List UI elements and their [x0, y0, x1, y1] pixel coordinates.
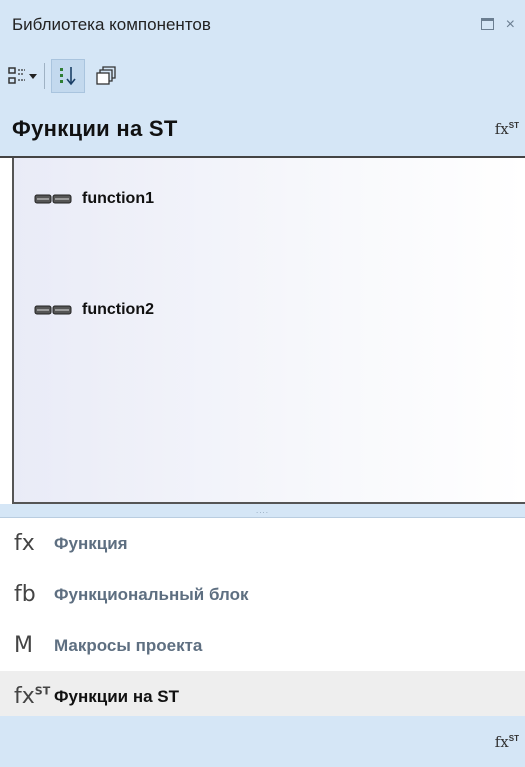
item-label: function1: [82, 190, 154, 207]
category-label: Функция: [54, 533, 128, 553]
view-mode-button[interactable]: [8, 59, 38, 93]
component-library-panel: Библиотека компонентов × Функции на ST f…: [0, 0, 525, 767]
category-function[interactable]: fx Функция: [0, 518, 525, 569]
category-list: fx Функция fb Функциональный блок M Макр…: [0, 518, 525, 722]
fx-st-icon-sup: ST: [34, 684, 51, 698]
component-list: function1 function2: [12, 158, 525, 504]
fx-st-icon[interactable]: fxST: [495, 733, 519, 751]
group-title: Функции на ST: [12, 116, 178, 141]
fb-icon: fb: [14, 582, 36, 607]
list-item[interactable]: function2: [34, 301, 154, 319]
collapse-icon: [96, 66, 116, 85]
view-mode-icon: [8, 67, 25, 84]
category-function-block[interactable]: fb Функциональный блок: [0, 569, 525, 620]
function-block-icon: [34, 194, 72, 204]
list-item[interactable]: function1: [34, 190, 154, 208]
collapse-button[interactable]: [95, 59, 117, 93]
sort-icon: [60, 67, 76, 86]
panel-title-bar: Библиотека компонентов ×: [0, 0, 525, 50]
fx-st-icon-sup: ST: [508, 121, 519, 130]
close-button[interactable]: ×: [506, 17, 515, 33]
macro-icon: M: [14, 633, 33, 658]
category-project-macros[interactable]: M Макросы проекта: [0, 620, 525, 671]
fx-icon: fx: [14, 531, 35, 556]
maximize-button[interactable]: [480, 18, 494, 32]
panel-title: Библиотека компонентов: [12, 15, 211, 34]
fx-st-icon: fxST: [14, 684, 54, 709]
splitter-handle[interactable]: ....: [0, 504, 525, 518]
item-label: function2: [82, 301, 154, 318]
chevron-down-icon[interactable]: [28, 71, 38, 81]
category-label: Функциональный блок: [54, 584, 249, 604]
fx-st-icon-text: fx: [14, 684, 35, 709]
sort-button[interactable]: [51, 59, 85, 93]
fx-st-icon: fxST: [495, 120, 519, 138]
toolbar-separator: [44, 63, 45, 89]
fx-st-icon-sup: ST: [508, 733, 519, 743]
category-overflow-bar[interactable]: fxST: [0, 716, 525, 767]
maximize-icon: [480, 18, 494, 30]
group-header[interactable]: Функции на ST fxST: [0, 102, 525, 158]
fx-st-icon-text: fx: [494, 732, 509, 751]
function-block-icon: [34, 305, 72, 315]
fx-st-icon-text: fx: [494, 120, 509, 138]
toolbar: [0, 50, 525, 102]
category-label: Функции на ST: [54, 686, 179, 706]
category-label: Макросы проекта: [54, 635, 203, 655]
category-st-functions[interactable]: fxST Функции на ST: [0, 671, 525, 722]
